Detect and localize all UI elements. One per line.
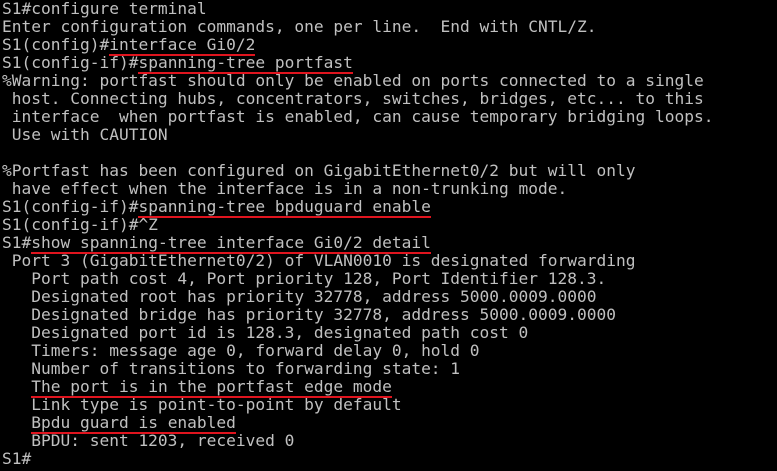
line-text: Designated bridge has priority 32778, ad… (2, 305, 616, 324)
line-text: Port 3 (GigabitEthernet0/2) of VLAN0010 … (2, 251, 636, 270)
terminal-line: S1(config-if)#^Z (2, 216, 777, 234)
highlighted-command: spanning-tree bpduguard enable (138, 197, 431, 218)
line-text: Port path cost 4, Port priority 128, Por… (2, 269, 607, 288)
terminal-line: The port is in the portfast edge mode (2, 377, 777, 398)
terminal-line: Use with CAUTION (2, 126, 777, 144)
terminal-line: Port 3 (GigabitEthernet0/2) of VLAN0010 … (2, 252, 777, 270)
line-text: Designated port id is 128.3, designated … (2, 323, 529, 342)
terminal-window[interactable]: S1#configure terminal Enter configuratio… (0, 0, 777, 471)
terminal-line: S1#configure terminal (2, 0, 777, 18)
line-text: Number of transitions to forwarding stat… (2, 359, 461, 378)
line-prompt: S1(config-if)# (2, 197, 139, 216)
line-prompt: S1# (2, 233, 32, 252)
terminal-line: %Warning: portfast should only be enable… (2, 72, 777, 90)
terminal-line: Link type is point-to-point by default (2, 396, 777, 414)
terminal-line: Number of transitions to forwarding stat… (2, 360, 777, 378)
line-text: Link type is point-to-point by default (2, 395, 402, 414)
terminal-line: interface when portfast is enabled, can … (2, 108, 777, 126)
terminal-line: host. Connecting hubs, concentrators, sw… (2, 90, 777, 108)
terminal-line: BPDU: sent 1203, received 0 (2, 432, 777, 450)
line-text: Use with CAUTION (2, 125, 168, 144)
line-text: S1(config-if)#^Z (2, 215, 158, 234)
line-text: have effect when the interface is in a n… (2, 179, 568, 198)
terminal-line: Enter configuration commands, one per li… (2, 18, 777, 36)
line-text: %Warning: portfast should only be enable… (2, 71, 704, 90)
terminal-line: Bpdu guard is enabled (2, 413, 777, 434)
terminal-line: Port path cost 4, Port priority 128, Por… (2, 270, 777, 288)
line-text: Designated root has priority 32778, addr… (2, 287, 597, 306)
line-text: %Portfast has been configured on Gigabit… (2, 161, 636, 180)
terminal-line: Timers: message age 0, forward delay 0, … (2, 342, 777, 360)
terminal-line: Designated bridge has priority 32778, ad… (2, 306, 777, 324)
line-prompt: S1# (2, 449, 32, 468)
terminal-line: Designated port id is 128.3, designated … (2, 324, 777, 342)
line-text: host. Connecting hubs, concentrators, sw… (2, 89, 704, 108)
terminal-line: Designated root has priority 32778, addr… (2, 288, 777, 306)
terminal-line: have effect when the interface is in a n… (2, 180, 777, 198)
terminal-line: S1(config-if)#spanning-tree bpduguard en… (2, 197, 777, 218)
terminal-line: S1#show spanning-tree interface Gi0/2 de… (2, 233, 777, 254)
line-text: BPDU: sent 1203, received 0 (2, 431, 295, 450)
line-text: interface when portfast is enabled, can … (2, 107, 714, 126)
line-text: S1#configure terminal (2, 0, 207, 18)
terminal-line: S1(config)#interface Gi0/2 (2, 35, 777, 56)
line-text: Enter configuration commands, one per li… (2, 17, 597, 36)
terminal-prompt-line[interactable]: S1# (2, 450, 777, 468)
line-prompt: S1(config)# (2, 35, 110, 54)
line-prompt: S1(config-if)# (2, 53, 139, 72)
terminal-line: %Portfast has been configured on Gigabit… (2, 162, 777, 180)
line-text: Timers: message age 0, forward delay 0, … (2, 341, 480, 360)
terminal-line: S1(config-if)#spanning-tree portfast (2, 53, 777, 74)
